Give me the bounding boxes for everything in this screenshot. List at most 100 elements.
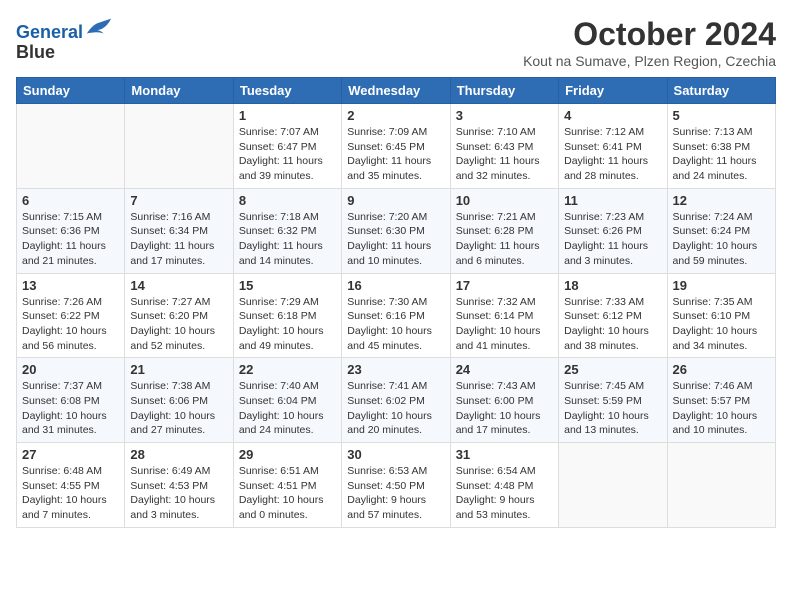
day-info: Sunrise: 7:43 AMSunset: 6:00 PMDaylight:… [456, 379, 553, 438]
day-number: 7 [130, 193, 227, 208]
col-sunday: Sunday [17, 78, 125, 104]
day-number: 16 [347, 278, 444, 293]
calendar-cell-w3-d2: 14 Sunrise: 7:27 AMSunset: 6:20 PMDayligh… [125, 273, 233, 358]
calendar-cell-w1-d7: 5 Sunrise: 7:13 AMSunset: 6:38 PMDaylight… [667, 104, 775, 189]
calendar-cell-w1-d4: 2 Sunrise: 7:09 AMSunset: 6:45 PMDaylight… [342, 104, 450, 189]
calendar-cell-w1-d6: 4 Sunrise: 7:12 AMSunset: 6:41 PMDaylight… [559, 104, 667, 189]
day-number: 2 [347, 108, 444, 123]
calendar-cell-w3-d5: 17Sunrise: 7:32 AMSunset: 6:14 PMDayligh… [450, 273, 558, 358]
day-info: Sunrise: 7:12 AMSunset: 6:41 PMDaylight:… [564, 125, 661, 184]
calendar-cell-w5-d1: 27 Sunrise: 6:48 AMSunset: 4:55 PMDayligh… [17, 443, 125, 528]
calendar-cell-w2-d6: 11 Sunrise: 7:23 AMSunset: 6:26 PMDayligh… [559, 188, 667, 273]
day-number: 10 [456, 193, 553, 208]
day-info: Sunrise: 7:23 AMSunset: 6:26 PMDaylight:… [564, 210, 661, 269]
day-info: Sunrise: 7:32 AMSunset: 6:14 PMDaylight:… [456, 295, 553, 354]
month-title: October 2024 [523, 16, 776, 53]
day-number: 25 [564, 362, 661, 377]
day-info: Sunrise: 6:48 AMSunset: 4:55 PMDaylight:… [22, 464, 119, 523]
day-info: Sunrise: 7:33 AMSunset: 6:12 PMDaylight:… [564, 295, 661, 354]
calendar-cell-w4-d3: 22Sunrise: 7:40 AMSunset: 6:04 PMDayligh… [233, 358, 341, 443]
title-area: October 2024 Kout na Sumave, Plzen Regio… [523, 16, 776, 69]
calendar-cell-w4-d1: 20Sunrise: 7:37 AMSunset: 6:08 PMDayligh… [17, 358, 125, 443]
day-info: Sunrise: 7:24 AMSunset: 6:24 PMDaylight:… [673, 210, 770, 269]
calendar-cell-w4-d7: 26 Sunrise: 7:46 AMSunset: 5:57 PMDayligh… [667, 358, 775, 443]
calendar-cell-w2-d5: 10 Sunrise: 7:21 AMSunset: 6:28 PMDayligh… [450, 188, 558, 273]
calendar-cell-w3-d7: 19Sunrise: 7:35 AMSunset: 6:10 PMDayligh… [667, 273, 775, 358]
day-number: 20 [22, 362, 119, 377]
calendar-cell-w1-d3: 1Sunrise: 7:07 AMSunset: 6:47 PMDaylight… [233, 104, 341, 189]
day-number: 30 [347, 447, 444, 462]
logo: General Blue [16, 16, 113, 63]
day-info: Sunrise: 7:07 AMSunset: 6:47 PMDaylight:… [239, 125, 336, 184]
day-info: Sunrise: 7:41 AMSunset: 6:02 PMDaylight:… [347, 379, 444, 438]
day-number: 12 [673, 193, 770, 208]
calendar-week-3: 13 Sunrise: 7:26 AMSunset: 6:22 PMDayligh… [17, 273, 776, 358]
calendar-cell-w4-d2: 21 Sunrise: 7:38 AMSunset: 6:06 PMDayligh… [125, 358, 233, 443]
day-info: Sunrise: 6:49 AMSunset: 4:53 PMDaylight:… [130, 464, 227, 523]
col-wednesday: Wednesday [342, 78, 450, 104]
day-number: 8 [239, 193, 336, 208]
location: Kout na Sumave, Plzen Region, Czechia [523, 53, 776, 69]
calendar-table: Sunday Monday Tuesday Wednesday Thursday… [16, 77, 776, 528]
calendar-cell-w5-d5: 31Sunrise: 6:54 AMSunset: 4:48 PMDayligh… [450, 443, 558, 528]
calendar-cell-w3-d4: 16 Sunrise: 7:30 AMSunset: 6:16 PMDayligh… [342, 273, 450, 358]
calendar-cell-w4-d5: 24Sunrise: 7:43 AMSunset: 6:00 PMDayligh… [450, 358, 558, 443]
day-number: 9 [347, 193, 444, 208]
calendar-cell-w5-d3: 29 Sunrise: 6:51 AMSunset: 4:51 PMDayligh… [233, 443, 341, 528]
calendar-cell-w2-d4: 9 Sunrise: 7:20 AMSunset: 6:30 PMDaylight… [342, 188, 450, 273]
day-info: Sunrise: 7:16 AMSunset: 6:34 PMDaylight:… [130, 210, 227, 269]
logo-text: General Blue [16, 16, 113, 63]
calendar-cell-w5-d2: 28 Sunrise: 6:49 AMSunset: 4:53 PMDayligh… [125, 443, 233, 528]
day-number: 13 [22, 278, 119, 293]
day-info: Sunrise: 6:51 AMSunset: 4:51 PMDaylight:… [239, 464, 336, 523]
calendar-cell-w2-d1: 6 Sunrise: 7:15 AMSunset: 6:36 PMDaylight… [17, 188, 125, 273]
day-info: Sunrise: 7:40 AMSunset: 6:04 PMDaylight:… [239, 379, 336, 438]
calendar-cell-w1-d5: 3 Sunrise: 7:10 AMSunset: 6:43 PMDaylight… [450, 104, 558, 189]
day-info: Sunrise: 7:13 AMSunset: 6:38 PMDaylight:… [673, 125, 770, 184]
calendar-cell-w2-d2: 7 Sunrise: 7:16 AMSunset: 6:34 PMDaylight… [125, 188, 233, 273]
calendar-cell-w2-d7: 12 Sunrise: 7:24 AMSunset: 6:24 PMDayligh… [667, 188, 775, 273]
day-number: 6 [22, 193, 119, 208]
day-number: 29 [239, 447, 336, 462]
day-info: Sunrise: 6:53 AMSunset: 4:50 PMDaylight:… [347, 464, 444, 523]
day-info: Sunrise: 7:15 AMSunset: 6:36 PMDaylight:… [22, 210, 119, 269]
col-friday: Friday [559, 78, 667, 104]
col-tuesday: Tuesday [233, 78, 341, 104]
day-info: Sunrise: 7:26 AMSunset: 6:22 PMDaylight:… [22, 295, 119, 354]
day-number: 14 [130, 278, 227, 293]
day-number: 26 [673, 362, 770, 377]
calendar-cell-w1-d1 [17, 104, 125, 189]
day-info: Sunrise: 7:21 AMSunset: 6:28 PMDaylight:… [456, 210, 553, 269]
day-info: Sunrise: 7:38 AMSunset: 6:06 PMDaylight:… [130, 379, 227, 438]
calendar-cell-w3-d1: 13 Sunrise: 7:26 AMSunset: 6:22 PMDayligh… [17, 273, 125, 358]
day-number: 21 [130, 362, 227, 377]
calendar-cell-w5-d4: 30 Sunrise: 6:53 AMSunset: 4:50 PMDayligh… [342, 443, 450, 528]
calendar-cell-w4-d4: 23 Sunrise: 7:41 AMSunset: 6:02 PMDayligh… [342, 358, 450, 443]
day-number: 28 [130, 447, 227, 462]
day-number: 5 [673, 108, 770, 123]
day-info: Sunrise: 7:18 AMSunset: 6:32 PMDaylight:… [239, 210, 336, 269]
day-number: 3 [456, 108, 553, 123]
calendar-cell-w3-d3: 15Sunrise: 7:29 AMSunset: 6:18 PMDayligh… [233, 273, 341, 358]
calendar-cell-w5-d6 [559, 443, 667, 528]
day-number: 23 [347, 362, 444, 377]
day-info: Sunrise: 7:35 AMSunset: 6:10 PMDaylight:… [673, 295, 770, 354]
day-number: 15 [239, 278, 336, 293]
day-info: Sunrise: 7:09 AMSunset: 6:45 PMDaylight:… [347, 125, 444, 184]
calendar-cell-w2-d3: 8 Sunrise: 7:18 AMSunset: 6:32 PMDaylight… [233, 188, 341, 273]
day-info: Sunrise: 7:30 AMSunset: 6:16 PMDaylight:… [347, 295, 444, 354]
day-info: Sunrise: 7:20 AMSunset: 6:30 PMDaylight:… [347, 210, 444, 269]
day-number: 18 [564, 278, 661, 293]
calendar-week-2: 6 Sunrise: 7:15 AMSunset: 6:36 PMDaylight… [17, 188, 776, 273]
day-number: 27 [22, 447, 119, 462]
day-info: Sunrise: 7:10 AMSunset: 6:43 PMDaylight:… [456, 125, 553, 184]
calendar-cell-w3-d6: 18 Sunrise: 7:33 AMSunset: 6:12 PMDayligh… [559, 273, 667, 358]
day-number: 4 [564, 108, 661, 123]
day-info: Sunrise: 7:46 AMSunset: 5:57 PMDaylight:… [673, 379, 770, 438]
calendar-header-row: Sunday Monday Tuesday Wednesday Thursday… [17, 78, 776, 104]
day-number: 31 [456, 447, 553, 462]
col-thursday: Thursday [450, 78, 558, 104]
day-info: Sunrise: 7:27 AMSunset: 6:20 PMDaylight:… [130, 295, 227, 354]
day-number: 11 [564, 193, 661, 208]
calendar-cell-w5-d7 [667, 443, 775, 528]
